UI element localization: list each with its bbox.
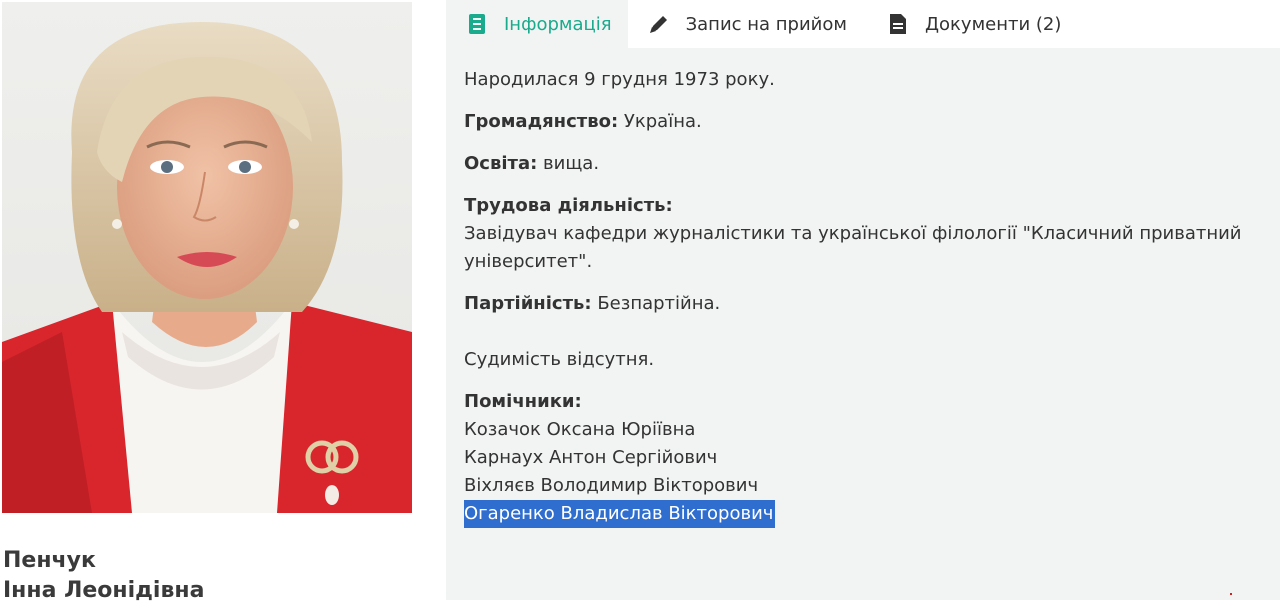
notebook-icon (466, 13, 488, 35)
tab-appointment[interactable]: Запис на прийом (628, 0, 867, 48)
citizenship-label: Громадянство: (464, 111, 619, 132)
assistant-item: Козачок Оксана Юріївна (464, 419, 696, 440)
pen-icon (648, 13, 670, 35)
tab-information[interactable]: Інформація (446, 0, 628, 48)
party-row: Партійність: Безпартійна. (464, 290, 1262, 318)
assistants-label: Помічники: (464, 391, 582, 412)
selected-text[interactable]: Огаренко Владислав Вікторович (464, 500, 776, 528)
document-icon (887, 13, 909, 35)
citizenship-row: Громадянство: Україна. (464, 108, 1262, 136)
education-label: Освіта: (464, 153, 538, 174)
party-label: Партійність: (464, 293, 592, 314)
first-patronymic: Інна Леонідівна (3, 578, 205, 603)
party-value: Безпартійна. (591, 293, 721, 314)
criminal-record: Судимість відсутня. (464, 349, 655, 370)
tab-information-label: Інформація (504, 13, 612, 35)
red-dot (1230, 593, 1232, 595)
work-label: Трудова діяльність: (464, 195, 673, 216)
assistant-item: Карнаух Антон Сергійович (464, 447, 718, 468)
tab-appointment-label: Запис на прийом (685, 13, 847, 35)
person-name: Пенчук Інна Леонідівна (3, 546, 204, 606)
tab-documents[interactable]: Документи (2) (867, 0, 1081, 48)
page: Пенчук Інна Леонідівна Інформація Запис … (0, 0, 1280, 616)
education-row: Освіта: вища. (464, 150, 1262, 178)
work-value: Завідувач кафедри журналістики та україн… (464, 223, 1242, 272)
birth-info: Народилася 9 грудня 1973 року. (464, 69, 775, 90)
tab-documents-label: Документи (2) (924, 13, 1062, 35)
assistant-item-selected: Огаренко Владислав Вікторович (464, 500, 1262, 528)
last-name: Пенчук (3, 548, 96, 573)
assistant-item: Віхляєв Володимир Вікторович (464, 475, 759, 496)
info-panel: Народилася 9 грудня 1973 року. Громадянс… (446, 48, 1280, 600)
tab-bar: Інформація Запис на прийом Документи (2) (446, 0, 1280, 48)
portrait-photo (2, 2, 412, 513)
education-value: вища. (537, 153, 600, 174)
citizenship-value: Україна. (618, 111, 702, 132)
